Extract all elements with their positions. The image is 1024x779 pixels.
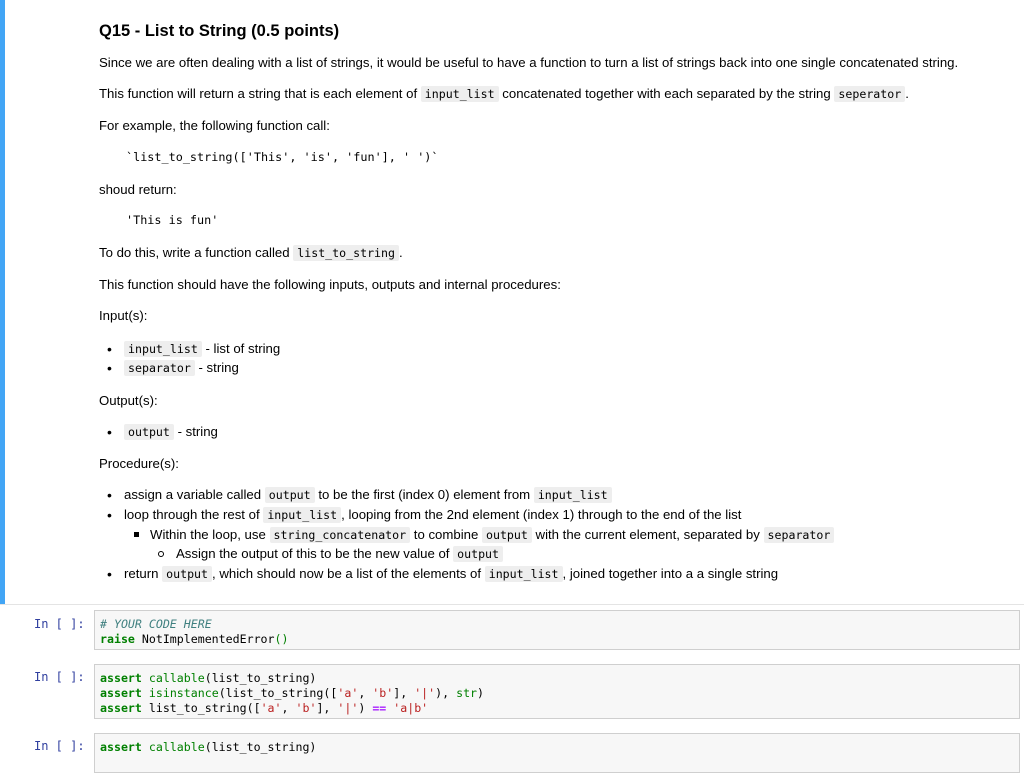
inline-code: input_list [124, 341, 202, 357]
code-token: , [281, 701, 296, 715]
bullet-icon: • [107, 341, 112, 357]
bullet-icon: • [107, 424, 112, 440]
procedure-step: return output, which should now be a lis… [124, 566, 779, 582]
code-token: '|' [337, 701, 359, 715]
code-token: ) [358, 701, 373, 715]
code-token: '|' [414, 686, 436, 700]
input-item: separator - string [124, 360, 239, 376]
outputs-label: Output(s): [99, 393, 158, 408]
code-token: str [456, 686, 478, 700]
code-token: == [372, 701, 387, 715]
returns-paragraph: This function will return a string that … [99, 86, 909, 102]
input-item: input_list - list of string [124, 341, 280, 357]
example-label: For example, the following function call… [99, 118, 330, 133]
code-line: assert list_to_string(['a', 'b'], '|') =… [100, 701, 428, 715]
code-token: ], [393, 686, 415, 700]
code-token: 'a' [260, 701, 282, 715]
code-token: 'a' [337, 686, 359, 700]
bullet-icon: • [107, 487, 112, 503]
bullet-icon: • [107, 507, 112, 523]
code-token: isinstance [148, 686, 219, 700]
code-token: 'a|b' [393, 701, 429, 715]
circle-bullet-icon [158, 551, 164, 557]
inline-code: separator [124, 360, 195, 376]
code-line: # YOUR CODE HERE [100, 617, 212, 631]
inline-code: separator [763, 527, 835, 543]
inline-code: input_list [263, 507, 342, 523]
inline-code: input_list [533, 487, 612, 503]
code-token: 'b' [295, 701, 317, 715]
procedure-step: assign a variable called output to be th… [124, 487, 612, 503]
code-line: raise NotImplementedError() [100, 632, 288, 646]
procedure-label: Procedure(s): [99, 456, 179, 471]
inline-code: input_list [420, 86, 499, 102]
bullet-icon: • [107, 360, 112, 376]
square-bullet-icon [134, 532, 139, 537]
code-cell-editor[interactable]: assert callable(list_to_string) assert i… [94, 664, 1020, 719]
code-cell-editor[interactable]: assert callable(list_to_string) [94, 733, 1020, 773]
inline-code: input_list [484, 566, 563, 582]
should-return-label: shoud return: [99, 182, 177, 197]
question-title: Q15 - List to String (0.5 points) [99, 22, 340, 40]
procedure-subsubstep: Assign the output of this to be the new … [176, 546, 504, 562]
code-token: callable [148, 740, 205, 754]
inputs-label: Input(s): [99, 308, 148, 323]
inline-code: seperator [834, 86, 906, 102]
inline-code: output [124, 424, 174, 440]
bullet-icon: • [107, 566, 112, 582]
procedure-substep: Within the loop, use string_concatenator… [150, 527, 835, 543]
cell-prompt: In [ ]: [34, 617, 85, 631]
output-item: output - string [124, 424, 218, 440]
todo-paragraph: To do this, write a function called list… [99, 245, 403, 261]
code-token: , [358, 686, 373, 700]
code-token: () [274, 632, 289, 646]
inline-code: output [162, 566, 213, 582]
cell-divider [0, 604, 1024, 605]
code-line: assert callable(list_to_string) [100, 740, 316, 754]
procedure-step: loop through the rest of input_list, loo… [124, 507, 742, 523]
code-token: (list_to_string) [204, 671, 317, 685]
code-line: assert callable(list_to_string) [100, 671, 316, 685]
inline-code: string_concatenator [269, 527, 411, 543]
code-token: 'b' [372, 686, 394, 700]
code-token: assert [100, 686, 142, 700]
code-token: NotImplementedError [134, 632, 275, 646]
code-token: ), [435, 686, 457, 700]
code-line: assert isinstance(list_to_string(['a', '… [100, 686, 484, 700]
example-call: `list_to_string(['This', 'is', 'fun'], '… [126, 150, 439, 164]
code-token: (list_to_string) [204, 740, 317, 754]
code-token: assert [100, 701, 142, 715]
inline-code: output [481, 527, 532, 543]
inline-code: output [453, 546, 504, 562]
cell-prompt: In [ ]: [34, 670, 85, 684]
intro-paragraph: Since we are often dealing with a list o… [99, 55, 959, 70]
code-token: ) [477, 686, 485, 700]
code-token: assert [100, 671, 142, 685]
code-token: list_to_string([ [141, 701, 261, 715]
cell-prompt: In [ ]: [34, 739, 85, 753]
code-token: (list_to_string([ [218, 686, 338, 700]
code-token: callable [148, 671, 205, 685]
example-result: 'This is fun' [126, 213, 219, 227]
inline-code: list_to_string [293, 245, 399, 261]
inline-code: output [264, 487, 315, 503]
code-token: # YOUR CODE HERE [100, 617, 212, 631]
code-token: ], [316, 701, 338, 715]
code-token: raise [100, 632, 135, 646]
code-token: assert [100, 740, 142, 754]
spec-intro: This function should have the following … [99, 277, 561, 292]
code-cell-editor[interactable]: # YOUR CODE HERE raise NotImplementedErr… [94, 610, 1020, 650]
